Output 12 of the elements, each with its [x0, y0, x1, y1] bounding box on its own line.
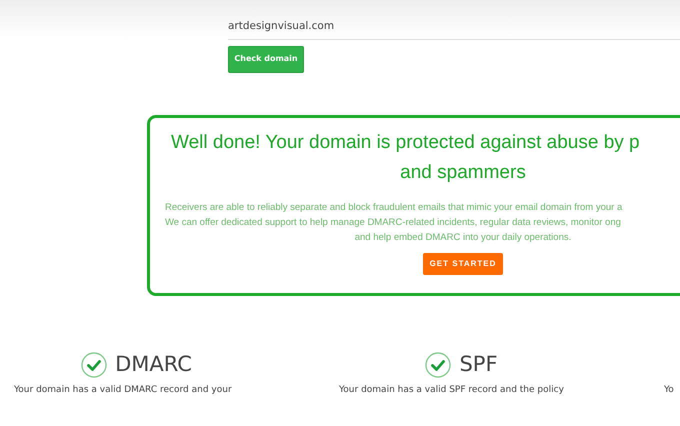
check-description: Yo [664, 384, 674, 396]
description-line: and help embed DMARC into your daily operations. [354, 230, 572, 245]
description-line: Receivers are able to reliably separate and block fraudulent emails that mimic your email domain from your a [165, 200, 622, 215]
check-title: SPF [459, 351, 498, 378]
result-title: Well done! Your domain is protected against abuse by p [171, 130, 640, 155]
check-description: Your domain has a valid SPF record and the policy [339, 384, 565, 396]
description-line: We can offer dedicated support to help manage DMARC-related incidents, regular data reviews, monitor ong [165, 216, 621, 230]
get-started-button[interactable]: GET STARTED [423, 252, 503, 275]
check-domain-button[interactable]: Check domain [228, 46, 304, 73]
result-title: and spammers [400, 160, 526, 185]
check-title: DMARC [115, 351, 192, 378]
check-description: Your domain has a valid DMARC record and your [14, 384, 233, 396]
